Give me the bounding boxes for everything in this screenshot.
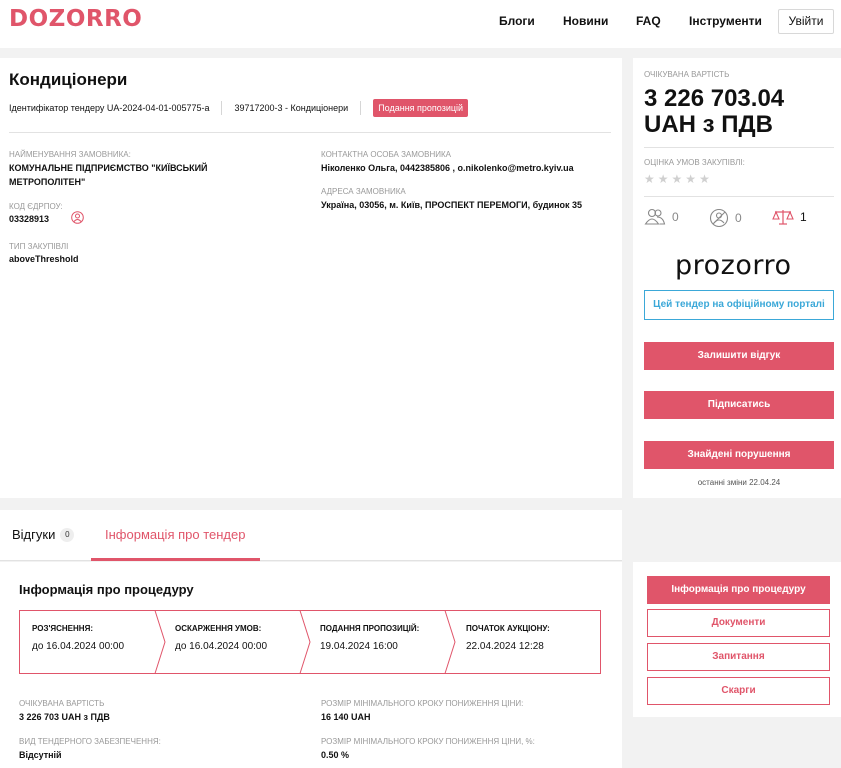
tender-meta: Ідентифікатор тендеру UA-2024-04-01-0057… <box>9 98 469 118</box>
tender-tabs: Відгуки 0 Інформація про тендер <box>0 510 622 561</box>
dozorro-logo[interactable]: DOZORRO <box>9 6 142 32</box>
edrpou-label: Код ЄДРПОУ: <box>9 202 63 211</box>
min-step-label: Розмір мінімального кроку пониження ціни… <box>321 699 524 708</box>
expected-value-label: Очікувана вартість <box>644 70 730 79</box>
meta-divider <box>360 101 362 115</box>
tender-card: Кондиціонери Ідентифікатор тендеру UA-20… <box>0 58 622 498</box>
subscribe-button[interactable]: Підписатись <box>644 391 834 419</box>
page-title: Кондиціонери <box>9 70 128 89</box>
star-icon[interactable]: ★ <box>658 172 669 186</box>
stage-label: Роз'яснення: <box>32 624 93 633</box>
scales-icon <box>772 210 794 225</box>
status-badge: Подання пропозицій <box>373 99 469 117</box>
users-count: 0 <box>672 210 679 224</box>
procurement-type-label: Тип закупівлі <box>9 242 69 251</box>
official-portal-button[interactable]: Цей тендер на офіційному порталі <box>644 290 834 320</box>
star-icon[interactable]: ★ <box>644 172 655 186</box>
found-violations-button[interactable]: Знайдені порушення <box>644 441 834 469</box>
proc-expected-value-label: Очікувана вартість <box>19 699 105 708</box>
nav-documents[interactable]: Документи <box>647 609 830 637</box>
leave-review-button[interactable]: Залишити відгук <box>644 342 834 370</box>
stage-label: Подання пропозицій: <box>320 624 420 633</box>
contact-label: Контактна особа замовника <box>321 150 452 159</box>
procurement-type: aboveThreshold <box>9 254 79 264</box>
tab-reviews[interactable]: Відгуки 0 <box>12 527 75 542</box>
proc-expected-value: 3 226 703 UAH з ПДВ <box>19 712 110 722</box>
rating-stars[interactable]: ★ ★ ★ ★ ★ <box>644 172 710 186</box>
procedure-section: Інформація про процедуру Роз'яснення: до… <box>0 562 622 768</box>
stage-date: 19.04.2024 16:00 <box>320 641 398 652</box>
stage-date: до 16.04.2024 00:00 <box>32 641 125 652</box>
nav-procedure-info[interactable]: Інформація про процедуру <box>647 576 830 604</box>
nav-faq[interactable]: FAQ <box>636 14 661 28</box>
stage-auction: Початок аукціону: 22.04.2024 12:28 <box>466 624 550 652</box>
last-changes: останні зміни 22.04.24 <box>697 478 781 487</box>
nav-tools[interactable]: Інструменти <box>689 14 762 28</box>
site-header: DOZORRO Блоги Новини FAQ Інструменти Уві… <box>0 0 841 48</box>
customer-name: КОМУНАЛЬНЕ ПІДПРИЄМСТВО "КИЇВСЬКИЙ МЕТРО… <box>9 163 208 187</box>
nav-news[interactable]: Новини <box>563 14 608 28</box>
users-stat: 0 <box>644 208 679 226</box>
no-violation-icon <box>709 208 729 228</box>
min-step-pct-label: Розмір мінімального кроку пониження ціни… <box>321 737 535 746</box>
violations-stat: 0 <box>709 208 742 228</box>
users-icon <box>644 208 666 225</box>
security-label: Вид тендерного забезпечення: <box>19 737 161 746</box>
nav-complaints[interactable]: Скарги <box>647 677 830 705</box>
tab-reviews-label: Відгуки <box>12 527 56 542</box>
stage-date: до 16.04.2024 00:00 <box>175 641 268 652</box>
star-icon[interactable]: ★ <box>699 172 710 186</box>
nav-questions[interactable]: Запитання <box>647 643 830 671</box>
stage-submissions: Подання пропозицій: 19.04.2024 16:00 <box>320 624 419 652</box>
tender-sidebar: Очікувана вартість 3 226 703.04 UAH з ПД… <box>633 58 841 498</box>
stage-date: 22.04.2024 12:28 <box>466 641 544 652</box>
stage-appeals: Оскарження умов: до 16.04.2024 00:00 <box>175 624 267 652</box>
edrpou-value: 03328913 <box>9 214 50 224</box>
star-icon[interactable]: ★ <box>672 172 683 186</box>
divider <box>9 132 611 133</box>
tender-id: Ідентифікатор тендеру UA-2024-04-01-0057… <box>9 103 210 113</box>
prozorro-logo[interactable]: prozorro <box>675 250 792 281</box>
active-tab-indicator <box>91 558 260 561</box>
address-value: Україна, 03056, м. Київ, ПРОСПЕКТ ПЕРЕМО… <box>321 200 583 210</box>
procedure-nav: Інформація про процедуру Документи Запит… <box>633 562 841 717</box>
procedure-title: Інформація про процедуру <box>19 582 194 597</box>
divider <box>644 147 834 148</box>
contact-value: Ніколенко Ольга, 0442385806 , o.nikolenk… <box>321 163 574 173</box>
meta-divider <box>221 101 223 115</box>
star-icon[interactable]: ★ <box>685 172 696 186</box>
tab-tender-info[interactable]: Інформація про тендер <box>105 527 245 542</box>
expected-value: 3 226 703.04 UAH з ПДВ <box>644 85 785 138</box>
min-step-value: 16 140 UAH <box>321 712 371 722</box>
divider <box>644 196 834 197</box>
claims-stat: 1 <box>772 208 807 226</box>
claims-count: 1 <box>800 210 807 224</box>
stage-label: Початок аукціону: <box>466 624 550 633</box>
address-label: Адреса замовника <box>321 187 406 196</box>
stage-label: Оскарження умов: <box>175 624 262 633</box>
procedure-timeline: Роз'яснення: до 16.04.2024 00:00 Оскарже… <box>19 610 601 674</box>
stage-clarifications: Роз'яснення: до 16.04.2024 00:00 <box>32 624 124 652</box>
tender-cpv: 39717200-3 - Кондиціонери <box>234 103 349 113</box>
customer-name-label: Найменування замовника: <box>9 150 131 159</box>
min-step-pct-value: 0.50 % <box>321 750 350 760</box>
login-button[interactable]: Увійти <box>778 9 834 34</box>
security-value: Відсутній <box>19 750 62 760</box>
violations-count: 0 <box>735 211 742 225</box>
nav-blogs[interactable]: Блоги <box>499 14 535 28</box>
reviews-count-badge: 0 <box>60 527 75 542</box>
rating-label: Оцінка умов закупівлі: <box>644 158 745 167</box>
user-icon[interactable] <box>71 211 84 224</box>
